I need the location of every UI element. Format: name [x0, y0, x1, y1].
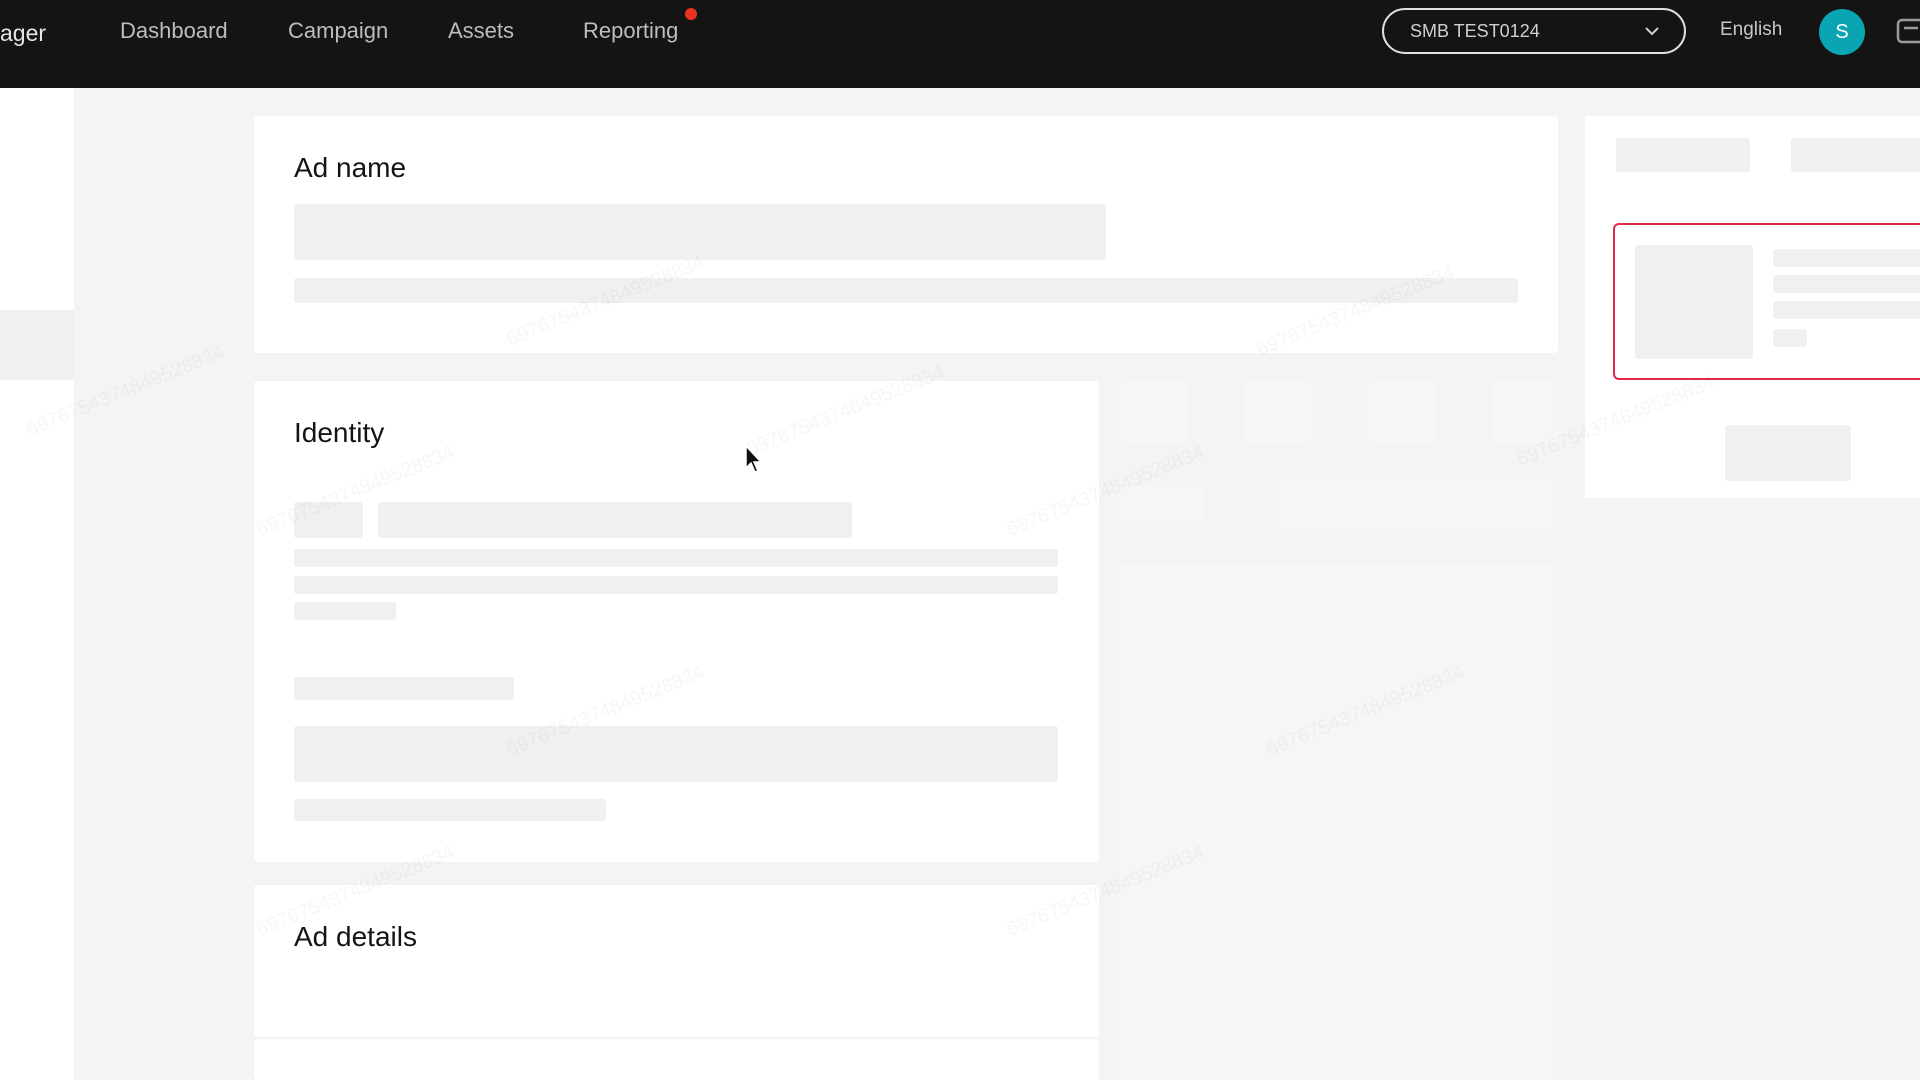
right-panel-header — [1585, 116, 1920, 193]
preview-line-4 — [1773, 329, 1807, 347]
chevron-down-icon — [1645, 27, 1659, 36]
format-option-placeholder-3[interactable] — [1367, 380, 1435, 444]
format-option-placeholder-4[interactable] — [1491, 380, 1559, 444]
account-selector[interactable]: SMB TEST0124 — [1382, 8, 1686, 54]
identity-hint-placeholder — [294, 799, 606, 821]
left-sidebar — [0, 88, 74, 1080]
preview-line-2 — [1773, 275, 1920, 293]
user-avatar[interactable]: S — [1819, 9, 1865, 55]
identity-avatar-placeholder — [294, 502, 363, 538]
ad-details-card: Ad details — [254, 885, 1099, 1037]
ad-preview-highlight-box[interactable] — [1613, 223, 1920, 380]
middle-field-placeholder — [1278, 480, 1559, 528]
ad-details-heading: Ad details — [294, 921, 417, 952]
right-tab-placeholder-1[interactable] — [1616, 138, 1750, 172]
nav-assets[interactable]: Assets — [448, 18, 514, 44]
identity-name-placeholder — [378, 502, 852, 538]
preview-thumbnail-placeholder — [1635, 245, 1753, 359]
ad-name-input-placeholder[interactable] — [294, 204, 1106, 260]
message-icon[interactable] — [1896, 16, 1920, 48]
mouse-cursor-icon — [745, 444, 763, 473]
identity-select-placeholder[interactable] — [294, 726, 1058, 782]
right-tab-placeholder-2[interactable] — [1791, 138, 1920, 172]
nav-dashboard[interactable]: Dashboard — [120, 18, 228, 44]
right-panel-body — [1585, 193, 1920, 498]
sidebar-selected-item[interactable] — [0, 310, 74, 380]
identity-text-line-3 — [294, 602, 396, 620]
ad-preview-placeholder — [1120, 563, 1554, 1080]
nav-reporting[interactable]: Reporting — [583, 18, 678, 44]
identity-heading: Identity — [294, 417, 385, 448]
nav-campaign[interactable]: Campaign — [288, 18, 388, 44]
language-selector[interactable]: English — [1720, 19, 1782, 41]
identity-label-placeholder — [294, 677, 514, 700]
format-option-placeholder-1[interactable] — [1120, 380, 1188, 444]
account-selector-value: SMB TEST0124 — [1410, 21, 1540, 41]
identity-text-line-1 — [294, 549, 1058, 567]
middle-label-placeholder — [1120, 486, 1204, 522]
preview-line-1 — [1773, 249, 1920, 267]
top-navigation-bar: ager Dashboard Campaign Assets Reporting… — [0, 0, 1920, 88]
ad-name-heading: Ad name — [294, 152, 407, 183]
reporting-notification-dot — [685, 8, 697, 20]
ad-name-hint-placeholder — [294, 278, 1518, 303]
next-section-card — [254, 1039, 1099, 1080]
app-brand-name: ager — [0, 20, 47, 46]
format-option-placeholder-2[interactable] — [1244, 380, 1312, 444]
preview-line-3 — [1773, 301, 1920, 319]
right-panel-button-placeholder[interactable] — [1725, 425, 1851, 481]
identity-text-line-2 — [294, 576, 1058, 594]
ad-name-card: Ad name — [254, 116, 1558, 353]
identity-card: Identity — [254, 381, 1099, 862]
